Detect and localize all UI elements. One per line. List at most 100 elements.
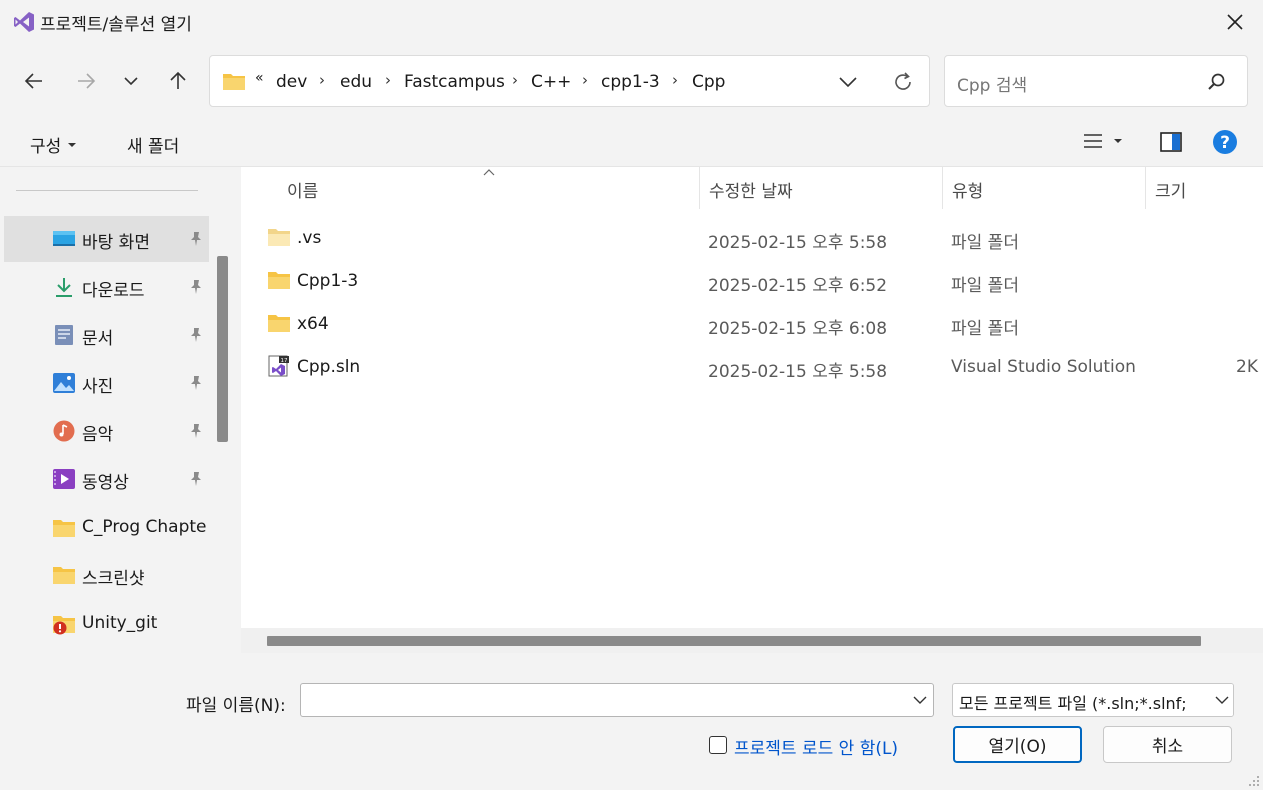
table-row[interactable]: x64 2025-02-15 오후 6:08 파일 폴더 — [241, 303, 1263, 345]
desktop-icon — [53, 231, 75, 246]
document-icon — [55, 325, 73, 345]
search-box[interactable]: Cpp 검색 — [944, 55, 1248, 107]
file-name: .vs — [297, 228, 322, 248]
breadcrumb-chevron-icon[interactable]: › — [582, 71, 588, 89]
chevron-down-icon[interactable] — [838, 74, 858, 90]
arrow-right-icon — [78, 73, 96, 89]
breadcrumb-item[interactable]: Fastcampus — [404, 72, 505, 92]
window-title: 프로젝트/솔루션 열기 — [40, 15, 192, 35]
organize-label: 구성 — [30, 137, 62, 157]
breadcrumb-item[interactable]: dev — [276, 72, 307, 92]
file-type-filter-value: 모든 프로젝트 파일 (*.sln;*.slnf; — [959, 694, 1187, 713]
horizontal-scrollbar-thumb[interactable] — [267, 636, 1201, 646]
sidebar-item-desktop[interactable]: 바탕 화면 — [4, 216, 209, 262]
video-icon — [53, 469, 75, 489]
breadcrumb-item[interactable]: cpp1-3 — [601, 72, 660, 92]
pin-icon[interactable] — [188, 471, 204, 487]
forward-button[interactable] — [68, 63, 104, 99]
file-name: Cpp1-3 — [297, 271, 359, 291]
toolbar — [0, 120, 1263, 167]
organize-menu[interactable]: 구성 — [30, 132, 77, 157]
caret-down-icon — [1114, 139, 1122, 143]
visual-studio-icon — [14, 12, 34, 32]
pin-icon[interactable] — [188, 423, 204, 439]
up-button[interactable] — [160, 63, 196, 99]
file-type-filter[interactable]: 모든 프로젝트 파일 (*.sln;*.slnf; — [952, 683, 1234, 717]
open-button[interactable]: 열기(O) — [953, 726, 1082, 763]
column-header-size[interactable]: 크기 — [1155, 177, 1186, 202]
cancel-button[interactable]: 취소 — [1103, 726, 1232, 763]
filename-label: 파일 이름(N): — [186, 696, 286, 716]
chevron-down-icon — [1215, 696, 1229, 704]
sidebar-item-unity-git[interactable]: Unity_git — [4, 601, 209, 647]
refresh-icon[interactable] — [892, 71, 914, 93]
view-options-button[interactable] — [1083, 132, 1123, 150]
filename-input[interactable] — [300, 683, 934, 717]
file-type: 파일 폴더 — [951, 233, 1019, 253]
folder-icon — [53, 520, 75, 537]
caret-down-icon — [68, 142, 77, 147]
column-divider[interactable] — [699, 167, 700, 209]
table-row[interactable]: 17 Cpp.sln 2025-02-15 오후 5:58 Visual Stu… — [241, 346, 1263, 388]
pin-icon[interactable] — [188, 279, 204, 295]
folder-icon — [268, 272, 290, 289]
sidebar-item-videos[interactable]: 동영상 — [4, 456, 209, 502]
breadcrumb-chevron-icon[interactable]: › — [672, 71, 678, 89]
file-date: 2025-02-15 오후 5:58 — [708, 233, 888, 253]
breadcrumb-chevron-icon[interactable]: › — [512, 71, 518, 89]
sidebar-item-c-prog[interactable]: C_Prog Chapter_ — [4, 505, 209, 551]
sidebar-item-documents[interactable]: 문서 — [4, 312, 209, 358]
breadcrumb-chevron-icon[interactable]: › — [385, 71, 391, 89]
help-icon[interactable]: ? — [1212, 129, 1238, 155]
column-divider[interactable] — [942, 167, 943, 209]
search-icon[interactable] — [1207, 72, 1227, 92]
svg-text:17: 17 — [281, 358, 288, 364]
recent-locations-button[interactable] — [113, 63, 149, 99]
new-folder-button[interactable]: 새 폴더 — [127, 132, 179, 157]
arrow-up-icon — [170, 71, 186, 89]
chevron-down-icon[interactable] — [913, 695, 927, 705]
file-date: 2025-02-15 오후 5:58 — [708, 362, 888, 382]
filter-dropdown-area[interactable] — [1209, 684, 1233, 716]
back-button[interactable] — [16, 63, 52, 99]
breadcrumb-item[interactable]: C++ — [531, 72, 571, 92]
folder-icon — [223, 74, 245, 90]
column-divider[interactable] — [1145, 167, 1146, 209]
sidebar-item-label: C_Prog Chapter_ — [82, 517, 208, 537]
file-name: Cpp.sln — [297, 357, 361, 377]
music-icon — [53, 420, 75, 442]
sidebar-item-downloads[interactable]: 다운로드 — [4, 264, 209, 310]
address-bar[interactable]: « dev › edu › Fastcampus › C++ › cpp1-3 … — [209, 55, 930, 107]
sidebar-scrollbar[interactable] — [217, 256, 228, 442]
pin-icon[interactable] — [188, 375, 204, 391]
download-icon — [56, 278, 72, 297]
folder-icon — [53, 567, 75, 584]
close-icon — [1227, 14, 1243, 30]
pin-icon[interactable] — [188, 327, 204, 343]
divider — [16, 190, 198, 191]
table-row[interactable]: .vs 2025-02-15 오후 5:58 파일 폴더 — [241, 217, 1263, 259]
sidebar-item-label: 스크린샷 — [82, 569, 145, 589]
close-button[interactable] — [1214, 4, 1256, 40]
bottom-panel — [0, 653, 1263, 790]
breadcrumb-item[interactable]: Cpp — [692, 72, 725, 92]
file-list: 이름 수정한 날짜 유형 크기 .vs 2025-02-15 오후 5:58 파… — [241, 167, 1263, 653]
sidebar-item-music[interactable]: 음악 — [4, 408, 209, 454]
column-header-date[interactable]: 수정한 날짜 — [709, 177, 793, 202]
sidebar-item-screenshots[interactable]: 스크린샷 — [4, 552, 209, 598]
navigation-pane: 바탕 화면 다운로드 문서 사진 음악 동영상 C_Prog Chapte 스크… — [0, 167, 232, 653]
breadcrumb-chevron-icon[interactable]: › — [319, 71, 325, 89]
no-load-label[interactable]: 프로젝트 로드 안 함(L) — [734, 734, 898, 759]
no-load-checkbox[interactable] — [709, 736, 727, 754]
preview-pane-icon[interactable] — [1160, 132, 1182, 152]
pin-icon[interactable] — [188, 231, 204, 247]
column-header-name[interactable]: 이름 — [287, 177, 318, 202]
table-row[interactable]: Cpp1-3 2025-02-15 오후 6:52 파일 폴더 — [241, 260, 1263, 302]
breadcrumb-item[interactable]: edu — [340, 72, 372, 92]
resize-grip-icon[interactable] — [1248, 775, 1260, 787]
search-placeholder[interactable]: Cpp 검색 — [957, 71, 1027, 96]
breadcrumb-overflow[interactable]: « — [255, 70, 264, 86]
column-header-type[interactable]: 유형 — [952, 177, 983, 202]
arrow-left-icon — [24, 73, 42, 89]
sidebar-item-pictures[interactable]: 사진 — [4, 360, 209, 406]
